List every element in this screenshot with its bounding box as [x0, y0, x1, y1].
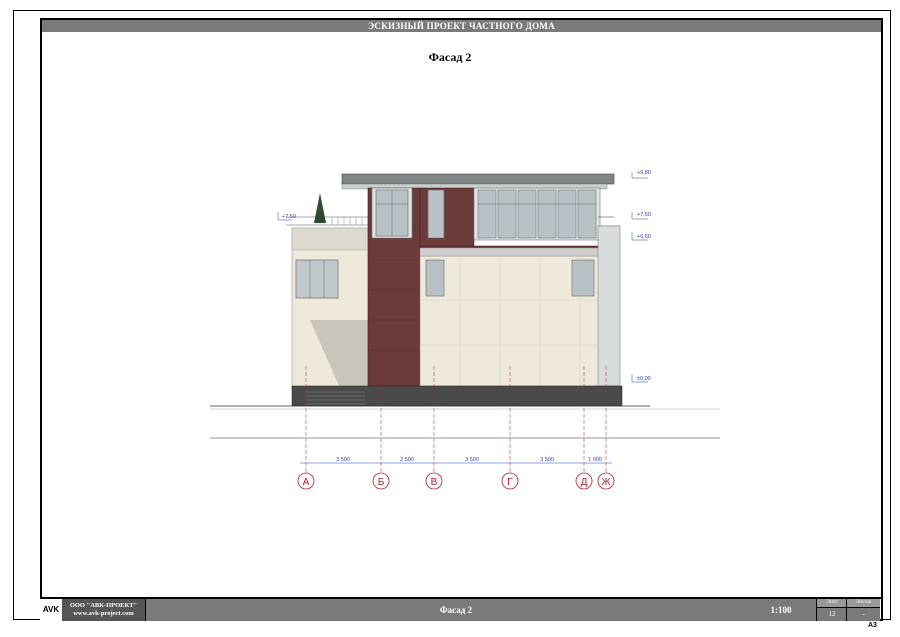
sheet-number-header: Лист: [817, 599, 847, 608]
company-website: www.avk-project.com: [73, 610, 134, 617]
project-title-bar: ЭСКИЗНЫЙ ПРОЕКТ ЧАСТНОГО ДОМА: [42, 20, 881, 32]
elevation-mark: +7,50: [282, 214, 296, 220]
plant: [314, 193, 326, 223]
sheets-total-cell: Листов -: [846, 599, 880, 621]
axis-label: Б: [378, 477, 385, 488]
axis-label: А: [303, 477, 310, 488]
sheet-format: А3: [868, 622, 877, 629]
dimension-label: 2 500: [400, 457, 414, 463]
dimension-label: 3 500: [540, 457, 554, 463]
elevation-mark: +9,80: [637, 170, 651, 176]
sheets-total-header: Листов: [847, 599, 880, 608]
sheet-scale: 1:100: [770, 605, 792, 615]
sheet-number: 12: [828, 610, 836, 618]
facade-drawing: +9,80 +7,50 +7,50 +6,60 ±0,00 3 500 2 50…: [210, 170, 720, 490]
axis-label: Д: [581, 477, 588, 488]
title-block-main: Фасад 2 1:100: [146, 599, 816, 621]
sheet-title: Фасад 2: [428, 50, 472, 64]
dimension-label: 1 000: [588, 457, 602, 463]
elevation-mark: +7,50: [637, 212, 651, 218]
sheet-number-cell: Лист 12: [816, 599, 847, 621]
roof-canopy: [341, 173, 615, 185]
elevation-mark: ±0,00: [637, 376, 651, 382]
main-window-right: [571, 259, 595, 297]
sheet-name: Фасад 2: [439, 605, 473, 615]
axis-label: В: [431, 477, 438, 488]
dimension-label: 3 500: [465, 457, 479, 463]
elevation-mark: +6,60: [637, 234, 651, 240]
company-info: ООО "АВК-ПРОЕКТ" www.avk-project.com: [62, 599, 146, 621]
sheets-total: -: [862, 610, 865, 618]
axis-label: Ж: [601, 477, 611, 488]
axis-label: Г: [507, 477, 513, 488]
dimension-label: 3 500: [336, 457, 350, 463]
title-block: AVK ООО "АВК-ПРОЕКТ" www.avk-project.com…: [40, 597, 883, 621]
main-window-left: [425, 259, 445, 297]
upper-window-mid: [427, 189, 445, 239]
drawing-sheet: ЭСКИЗНЫЙ ПРОЕКТ ЧАСТНОГО ДОМА Фасад 2 +9…: [0, 0, 900, 637]
company-name: ООО "АВК-ПРОЕКТ": [69, 602, 138, 609]
company-logo: AVK: [40, 599, 63, 621]
left-window: [295, 259, 339, 299]
